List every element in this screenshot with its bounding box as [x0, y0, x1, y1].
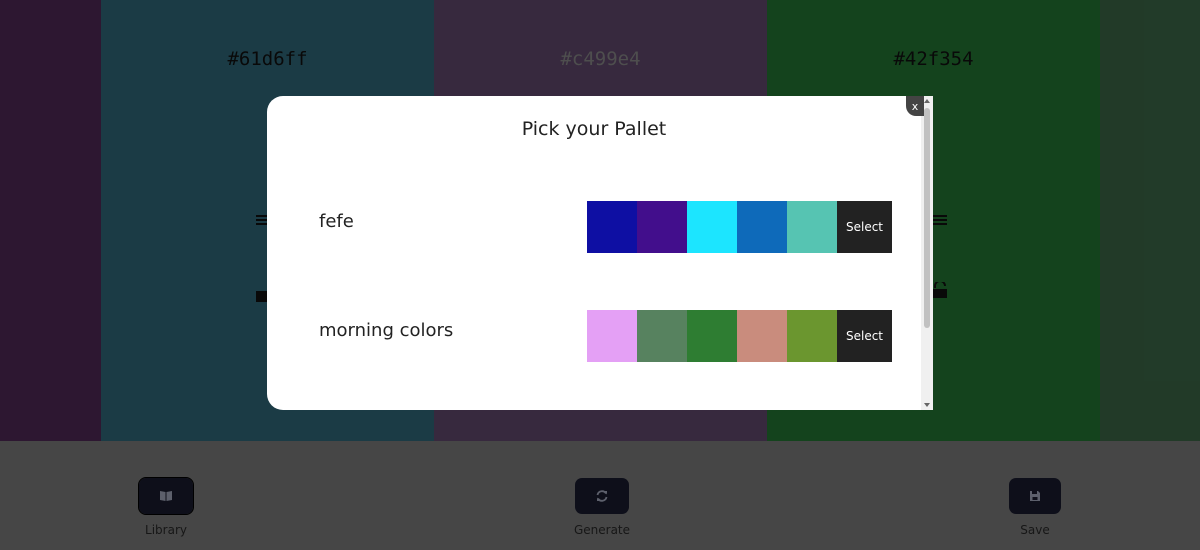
scroll-down-arrow-icon[interactable] — [924, 403, 930, 407]
select-palette-button[interactable]: Select — [837, 201, 892, 253]
palette-swatches: Select — [587, 201, 892, 253]
modal-title: Pick your Pallet — [521, 118, 667, 140]
swatch — [787, 310, 837, 362]
swatch — [787, 201, 837, 253]
swatch — [687, 310, 737, 362]
swatch — [587, 310, 637, 362]
pick-palette-modal: Pick your Pallet fefe Select morning col… — [267, 96, 933, 410]
modal-scrollbar[interactable] — [921, 96, 933, 410]
palette-name: morning colors — [319, 320, 454, 341]
swatch — [587, 201, 637, 253]
swatch — [637, 201, 687, 253]
swatch — [687, 201, 737, 253]
palette-name: fefe — [319, 211, 354, 232]
select-palette-button[interactable]: Select — [837, 310, 892, 362]
scroll-up-arrow-icon[interactable] — [924, 99, 930, 103]
palette-swatches: Select — [587, 310, 892, 362]
swatch — [637, 310, 687, 362]
scroll-thumb[interactable] — [924, 108, 930, 328]
swatch — [737, 201, 787, 253]
close-modal-button[interactable]: x — [906, 96, 924, 116]
swatch — [737, 310, 787, 362]
